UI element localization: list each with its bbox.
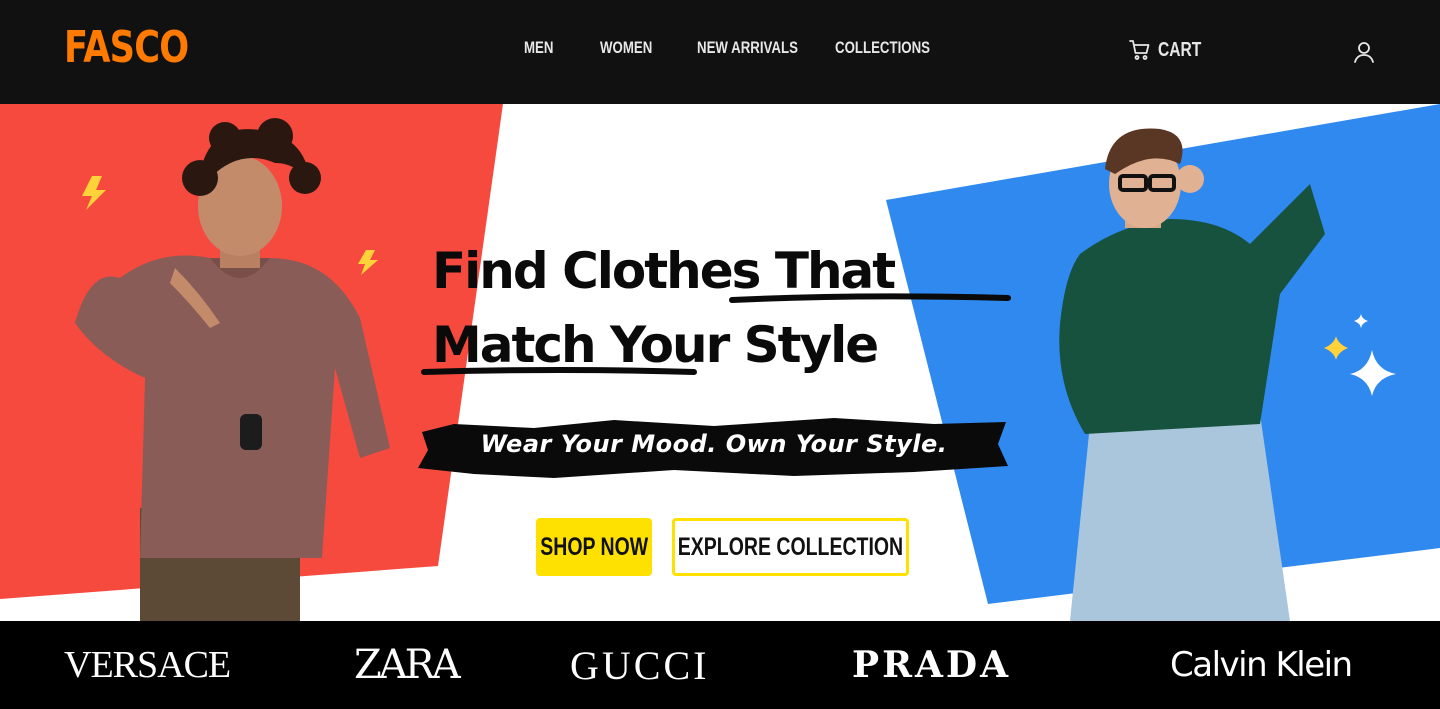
shop-now-button[interactable]: SHOP NOW (536, 518, 652, 576)
nav-item-collections[interactable]: COLLECTIONS (835, 38, 930, 58)
brand-versace[interactable]: VERSACE (64, 621, 231, 709)
cart-label: CART (1158, 38, 1202, 61)
model-left-image (75, 118, 390, 621)
tagline-banner: Wear Your Mood. Own Your Style. (414, 414, 1010, 480)
nav-item-new-arrivals[interactable]: NEW ARRIVALS (697, 38, 798, 58)
hero-banner: Find Clothes That Match Your Style Wear … (0, 104, 1440, 621)
headline-underline (421, 293, 1011, 375)
brand-logos-strip: VERSACE ZARA GUCCI PRADA Calvin Klein (0, 621, 1440, 709)
nav-item-men[interactable]: MEN (524, 38, 553, 58)
nav-item-women[interactable]: WOMEN (600, 38, 652, 58)
brand-gucci[interactable]: GUCCI (570, 621, 709, 709)
brand-zara[interactable]: ZARA (354, 621, 461, 709)
cart-icon (1129, 40, 1150, 60)
user-icon[interactable] (1352, 40, 1376, 64)
brand-prada[interactable]: PRADA (852, 621, 1011, 709)
brand-logo[interactable]: FASCO (64, 22, 189, 73)
model-right-image (1059, 128, 1325, 621)
brand-calvin-klein[interactable]: Calvin Klein (1170, 621, 1353, 709)
hero-tagline: Wear Your Mood. Own Your Style. (480, 430, 948, 458)
explore-collection-button[interactable]: EXPLORE COLLECTION (672, 518, 909, 576)
top-navbar: FASCO MEN WOMEN NEW ARRIVALS COLLECTIONS… (0, 0, 1440, 104)
cart-button[interactable]: CART (1128, 38, 1214, 62)
